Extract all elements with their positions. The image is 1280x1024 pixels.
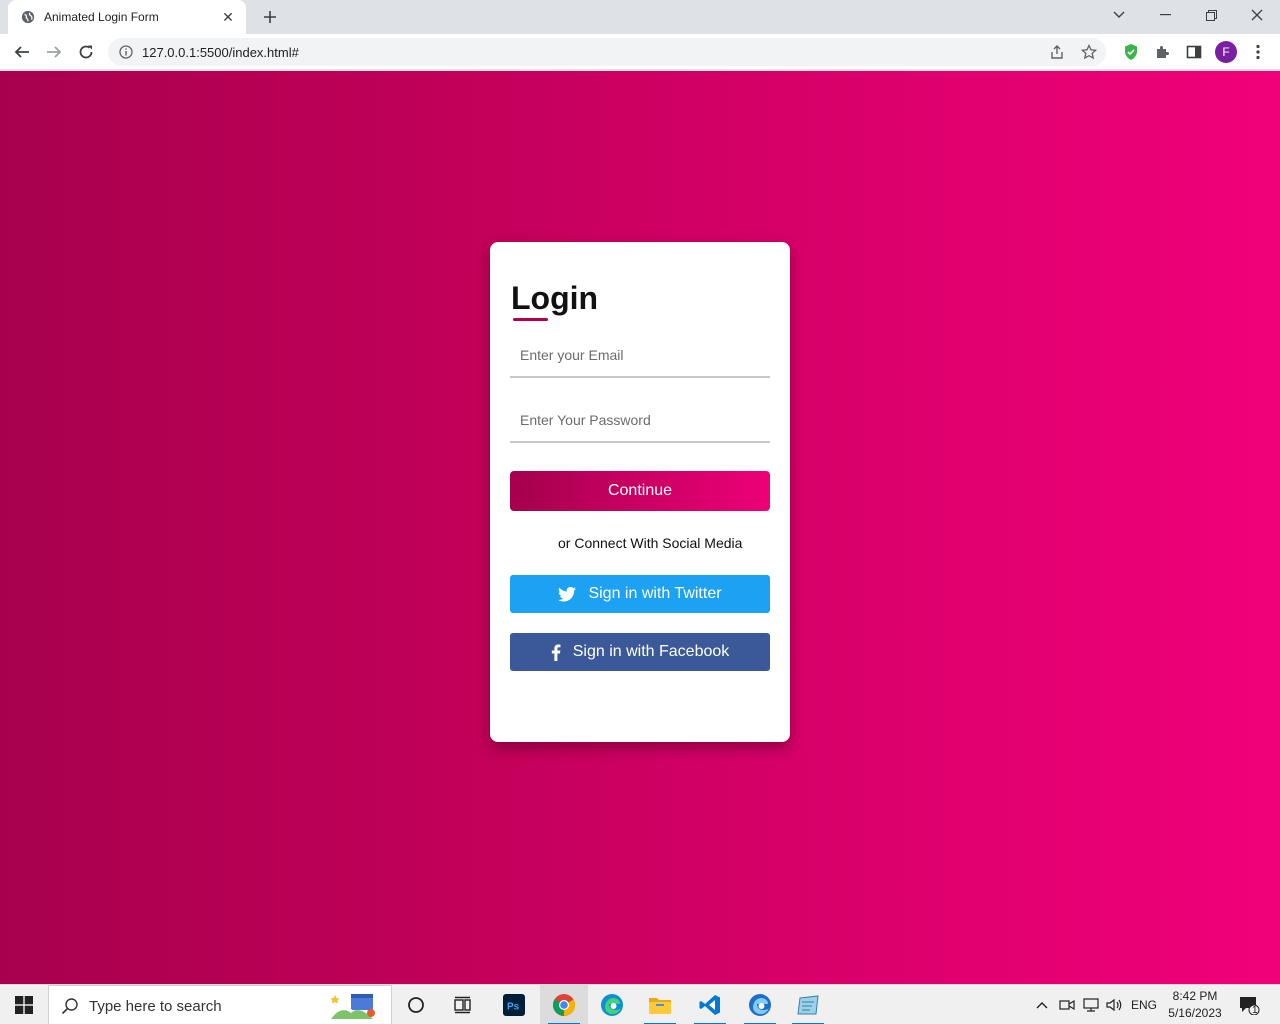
notification-count: 1 — [1252, 1005, 1258, 1016]
title-underline — [513, 318, 548, 321]
chrome-icon[interactable] — [540, 985, 588, 1024]
extensions-puzzle-icon[interactable] — [1148, 38, 1176, 66]
tab-strip: Animated Login Form ✕ — [0, 0, 1280, 34]
edge-icon[interactable] — [588, 985, 636, 1024]
social-connect-text: or Connect With Social Media — [558, 535, 743, 551]
notes-icon[interactable] — [784, 985, 832, 1024]
continue-button[interactable]: Continue — [510, 471, 770, 511]
tab-title: Animated Login Form — [44, 10, 159, 24]
cortana-icon[interactable] — [392, 985, 440, 1024]
back-button[interactable] — [8, 38, 36, 66]
search-highlight-icon — [329, 991, 379, 1021]
facebook-icon — [551, 643, 561, 661]
windows-taskbar: Type here to search Ps ENG 8:42 PM 5/16/… — [0, 984, 1280, 1024]
extension-shield-icon[interactable] — [1117, 38, 1145, 66]
url-text[interactable]: 127.0.0.1:5500/index.html# — [142, 45, 299, 60]
password-field[interactable] — [510, 399, 770, 443]
clock-time: 8:42 PM — [1172, 989, 1218, 1003]
task-view-icon[interactable] — [440, 985, 488, 1024]
page-viewport: Login Continue or Connect With Social Me… — [0, 71, 1280, 984]
facebook-signin-button[interactable]: Sign in with Facebook — [510, 633, 770, 671]
network-icon[interactable] — [1080, 985, 1102, 1024]
browser-toolbar: 127.0.0.1:5500/index.html# F — [0, 34, 1280, 70]
login-card: Login Continue or Connect With Social Me… — [490, 242, 790, 742]
language-indicator[interactable]: ENG — [1128, 985, 1160, 1024]
notification-center-icon[interactable]: 1 — [1234, 985, 1264, 1024]
volume-icon[interactable] — [1104, 985, 1126, 1024]
share-icon[interactable] — [1048, 43, 1066, 61]
side-panel-icon[interactable] — [1180, 38, 1208, 66]
restore-button[interactable] — [1188, 0, 1234, 30]
tab-close-icon[interactable]: ✕ — [220, 9, 236, 25]
forward-button[interactable] — [40, 38, 68, 66]
more-menu-icon[interactable] — [1244, 38, 1272, 66]
twitter-signin-button[interactable]: Sign in with Twitter — [510, 575, 770, 613]
facebook-button-label: Sign in with Facebook — [572, 643, 730, 660]
clock-date: 5/16/2023 — [1168, 1006, 1222, 1020]
search-icon — [61, 997, 79, 1020]
svg-text:Ps: Ps — [507, 1002, 520, 1013]
meet-now-icon[interactable] — [1056, 985, 1078, 1024]
new-tab-button[interactable] — [258, 5, 282, 29]
tab-search-icon[interactable] — [1096, 0, 1142, 30]
vscode-icon[interactable] — [686, 985, 734, 1024]
profile-avatar[interactable]: F — [1215, 41, 1237, 63]
browser-tab[interactable]: Animated Login Form ✕ — [8, 0, 246, 34]
edge-beta-icon[interactable] — [736, 985, 784, 1024]
twitter-button-label: Sign in with Twitter — [588, 585, 722, 602]
close-window-button[interactable] — [1234, 0, 1280, 30]
reload-button[interactable] — [72, 38, 100, 66]
address-bar[interactable]: 127.0.0.1:5500/index.html# — [108, 38, 1106, 66]
system-clock[interactable]: 8:42 PM 5/16/2023 — [1162, 988, 1228, 1022]
photoshop-icon[interactable]: Ps — [490, 985, 538, 1024]
search-placeholder: Type here to search — [89, 998, 222, 1015]
show-hidden-icons-chevron-icon[interactable] — [1032, 985, 1052, 1024]
file-explorer-icon[interactable] — [636, 985, 684, 1024]
email-field[interactable] — [510, 334, 770, 378]
taskbar-search-box[interactable]: Type here to search — [48, 985, 392, 1024]
globe-icon — [20, 9, 36, 25]
windows-logo-icon — [15, 996, 33, 1014]
login-title: Login — [511, 280, 599, 316]
bookmark-star-icon[interactable] — [1080, 43, 1098, 61]
start-button[interactable] — [0, 985, 48, 1024]
site-info-icon[interactable] — [118, 44, 134, 60]
minimize-button[interactable] — [1142, 0, 1188, 30]
twitter-icon — [558, 586, 577, 602]
